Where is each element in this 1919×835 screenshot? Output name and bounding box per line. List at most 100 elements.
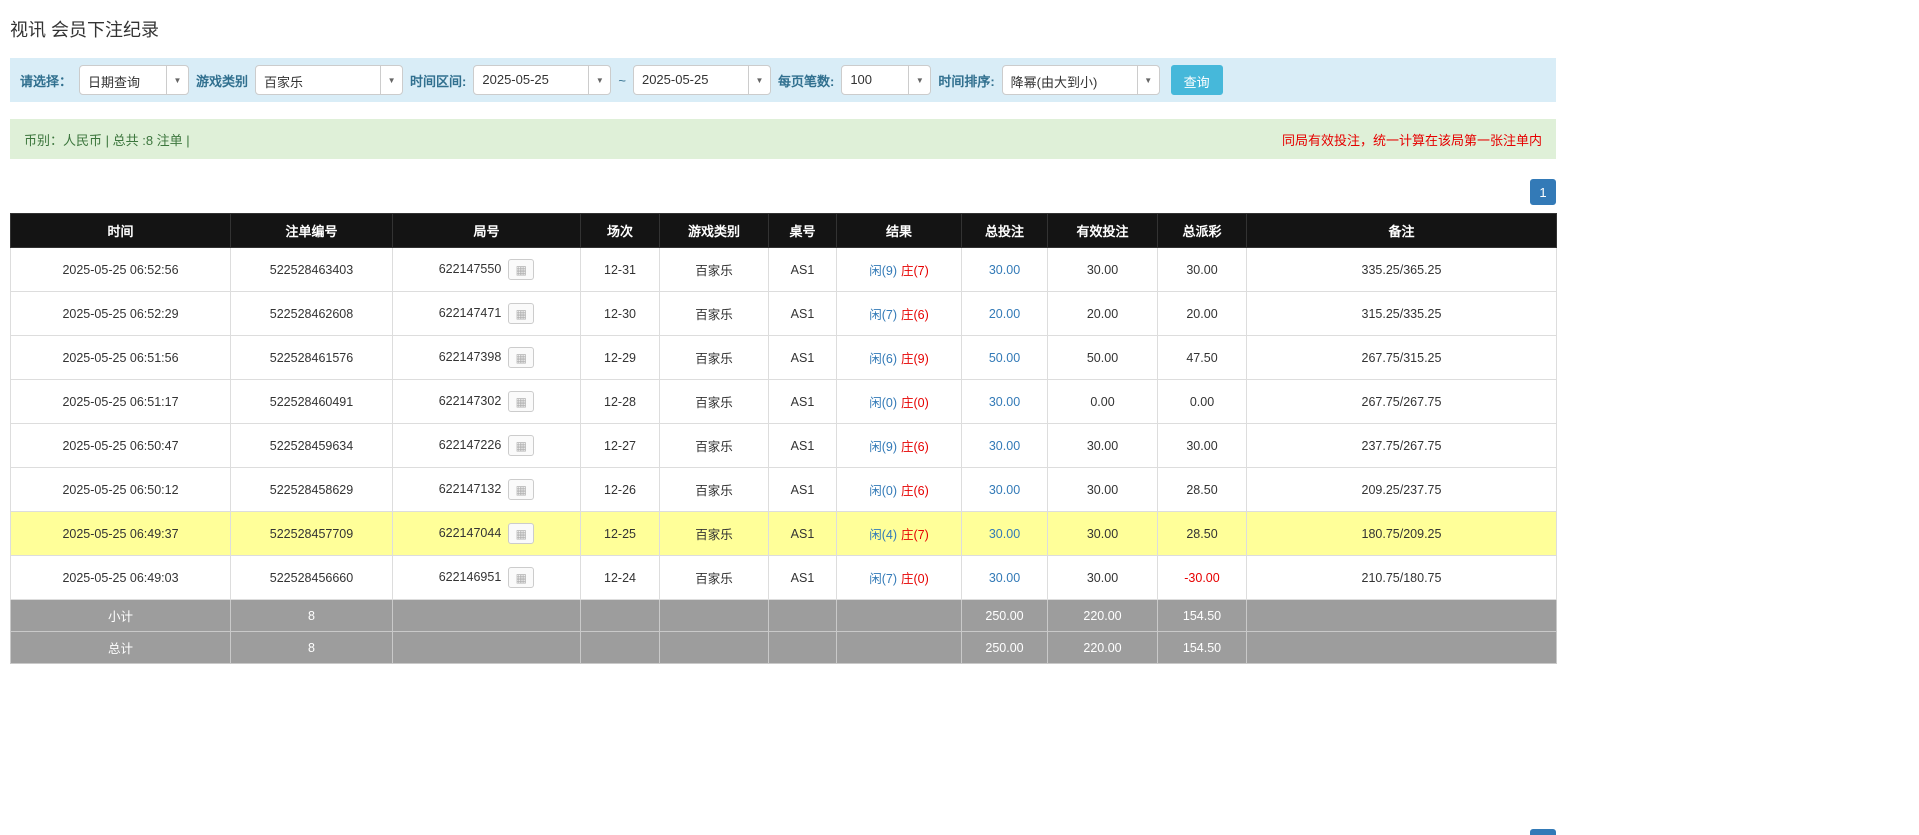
- total-bet-link[interactable]: 30.00: [989, 395, 1020, 409]
- round-id-value: 622147302: [439, 394, 502, 408]
- cell-session: 12-27: [581, 424, 660, 468]
- filter-bar: 请选择： 日期查询 ▼ 游戏类别 百家乐 ▼ 时间区间: 2025-05-25 …: [10, 58, 1556, 102]
- cell-result: 闲(6)庄(9): [837, 336, 962, 380]
- cell-game-type: 百家乐: [660, 468, 769, 512]
- video-replay-button[interactable]: ▦: [508, 347, 534, 368]
- total-bet-link[interactable]: 30.00: [989, 263, 1020, 277]
- video-replay-button[interactable]: ▦: [508, 435, 534, 456]
- cell-game-type: 百家乐: [660, 512, 769, 556]
- header-valid-bet: 有效投注: [1048, 214, 1158, 248]
- video-replay-button[interactable]: ▦: [508, 523, 534, 544]
- search-button[interactable]: 查询: [1171, 65, 1223, 95]
- total-payout: 154.50: [1158, 632, 1247, 664]
- summary-bar: 币别：人民币 | 总共 :8 注单 | 同局有效投注，统一计算在该局第一张注单内: [10, 119, 1556, 159]
- header-bet-id: 注单编号: [231, 214, 393, 248]
- cell-round-id: 622147471 ▦: [393, 292, 581, 336]
- cell-table-no: AS1: [769, 556, 837, 600]
- cell-note: 209.25/237.75: [1247, 468, 1557, 512]
- cell-total-bet: 30.00: [962, 512, 1048, 556]
- cell-payout: -30.00: [1158, 556, 1247, 600]
- cell-valid-bet: 30.00: [1048, 468, 1158, 512]
- cell-payout: 0.00: [1158, 380, 1247, 424]
- query-type-select[interactable]: 日期查询 ▼: [79, 65, 189, 95]
- cell-bet-id: 522528459634: [231, 424, 393, 468]
- bet-rule-notice: 同局有效投注，统一计算在该局第一张注单内: [1282, 130, 1542, 149]
- result-player: 闲(9): [869, 440, 897, 454]
- sort-label: 时间排序:: [938, 71, 994, 90]
- round-id-value: 622147398: [439, 350, 502, 364]
- result-banker: 庄(6): [901, 308, 929, 322]
- cell-session: 12-31: [581, 248, 660, 292]
- date-to-select[interactable]: 2025-05-25 ▼: [633, 65, 771, 95]
- sort-select[interactable]: 降幂(由大到小) ▼: [1002, 65, 1160, 95]
- video-grid-icon: ▦: [516, 572, 527, 584]
- cell-table-no: AS1: [769, 248, 837, 292]
- cell-game-type: 百家乐: [660, 336, 769, 380]
- round-id-value: 622147471: [439, 306, 502, 320]
- cell-note: 267.75/267.75: [1247, 380, 1557, 424]
- page-1-button[interactable]: 1: [1530, 179, 1556, 205]
- cell-session: 12-25: [581, 512, 660, 556]
- cell-time: 2025-05-25 06:51:17: [11, 380, 231, 424]
- cell-note: 210.75/180.75: [1247, 556, 1557, 600]
- cell-bet-id: 522528456660: [231, 556, 393, 600]
- cell-bet-id: 522528463403: [231, 248, 393, 292]
- total-bet-link[interactable]: 20.00: [989, 307, 1020, 321]
- round-id-value: 622146951: [439, 570, 502, 584]
- cell-time: 2025-05-25 06:51:56: [11, 336, 231, 380]
- header-round-id: 局号: [393, 214, 581, 248]
- cell-session: 12-24: [581, 556, 660, 600]
- total-row: 总计 8 250.00 220.00 154.50: [11, 632, 1557, 664]
- cell-valid-bet: 20.00: [1048, 292, 1158, 336]
- chevron-down-icon: ▼: [588, 66, 610, 94]
- cell-valid-bet: 50.00: [1048, 336, 1158, 380]
- cell-game-type: 百家乐: [660, 380, 769, 424]
- total-bet-link[interactable]: 50.00: [989, 351, 1020, 365]
- total-bet-link[interactable]: 30.00: [989, 439, 1020, 453]
- header-table-no: 桌号: [769, 214, 837, 248]
- cell-payout: 20.00: [1158, 292, 1247, 336]
- cell-time: 2025-05-25 06:49:37: [11, 512, 231, 556]
- page-1-button-bottom[interactable]: 1: [1530, 829, 1556, 835]
- cell-result: 闲(7)庄(0): [837, 556, 962, 600]
- date-from-select[interactable]: 2025-05-25 ▼: [473, 65, 611, 95]
- cell-result: 闲(0)庄(6): [837, 468, 962, 512]
- cell-bet-id: 522528458629: [231, 468, 393, 512]
- total-bet-link[interactable]: 30.00: [989, 527, 1020, 541]
- video-grid-icon: ▦: [516, 484, 527, 496]
- header-payout: 总派彩: [1158, 214, 1247, 248]
- game-type-label: 游戏类别: [196, 71, 248, 90]
- game-type-select[interactable]: 百家乐 ▼: [255, 65, 403, 95]
- total-bet-link[interactable]: 30.00: [989, 483, 1020, 497]
- video-replay-button[interactable]: ▦: [508, 479, 534, 500]
- total-count: 8: [231, 632, 393, 664]
- subtotal-row: 小计 8 250.00 220.00 154.50: [11, 600, 1557, 632]
- cell-note: 237.75/267.75: [1247, 424, 1557, 468]
- cell-result: 闲(4)庄(7): [837, 512, 962, 556]
- cell-payout: 30.00: [1158, 248, 1247, 292]
- cell-round-id: 622147302 ▦: [393, 380, 581, 424]
- table-header: 时间 注单编号 局号 场次 游戏类别 桌号 结果 总投注 有效投注 总派彩 备注: [11, 214, 1557, 248]
- video-replay-button[interactable]: ▦: [508, 391, 534, 412]
- cell-total-bet: 30.00: [962, 424, 1048, 468]
- total-bet-link[interactable]: 30.00: [989, 571, 1020, 585]
- per-page-select[interactable]: 100 ▼: [841, 65, 931, 95]
- result-banker: 庄(0): [901, 572, 929, 586]
- cell-game-type: 百家乐: [660, 556, 769, 600]
- query-type-label: 请选择：: [20, 71, 72, 90]
- table-footer: 小计 8 250.00 220.00 154.50 总计 8 250.00 22…: [11, 600, 1557, 664]
- table-row: 2025-05-25 06:50:12 522528458629 6221471…: [11, 468, 1557, 512]
- cell-payout: 28.50: [1158, 512, 1247, 556]
- video-replay-button[interactable]: ▦: [508, 303, 534, 324]
- cell-total-bet: 30.00: [962, 248, 1048, 292]
- cell-session: 12-26: [581, 468, 660, 512]
- video-replay-button[interactable]: ▦: [508, 567, 534, 588]
- cell-total-bet: 50.00: [962, 336, 1048, 380]
- video-replay-button[interactable]: ▦: [508, 259, 534, 280]
- cell-table-no: AS1: [769, 468, 837, 512]
- date-range-separator: ~: [618, 73, 626, 88]
- chevron-down-icon: ▼: [166, 66, 188, 94]
- header-total-bet: 总投注: [962, 214, 1048, 248]
- cell-game-type: 百家乐: [660, 248, 769, 292]
- video-grid-icon: ▦: [516, 396, 527, 408]
